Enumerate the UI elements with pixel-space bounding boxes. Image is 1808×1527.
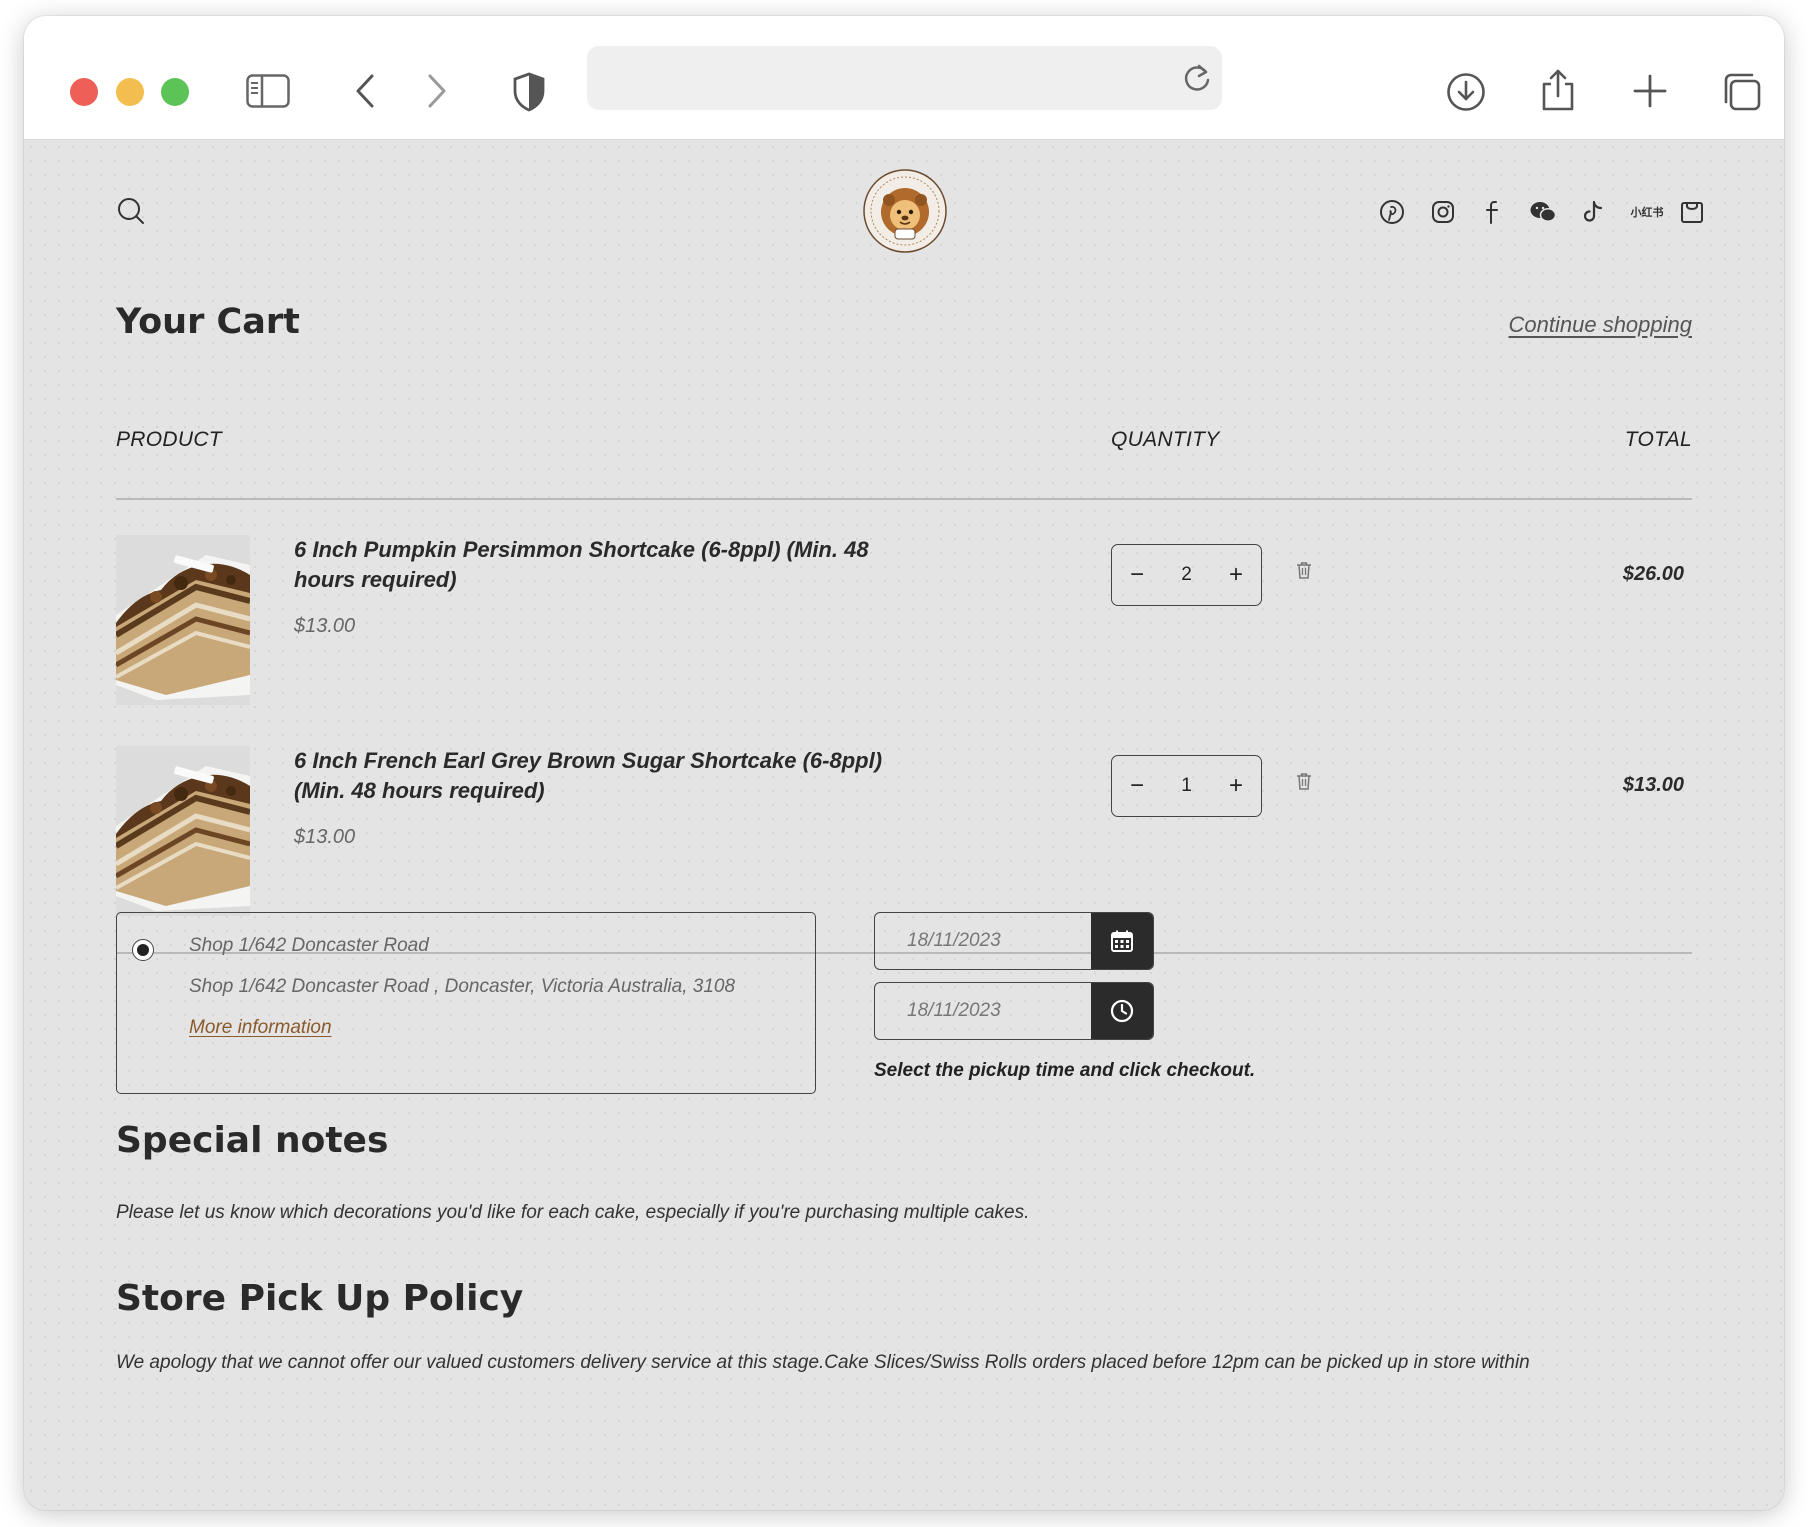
product-name[interactable]: 6 Inch French Earl Grey Brown Sugar Shor…	[294, 746, 914, 806]
minimize-window-button[interactable]	[116, 78, 144, 106]
browser-window: 小红书 Your Cart Continue shopping PRODUCT …	[24, 16, 1784, 1510]
address-bar[interactable]	[587, 46, 1222, 110]
pickup-policy-text: We apology that we cannot offer our valu…	[116, 1352, 1530, 1373]
pickup-location-card[interactable]: Shop 1/642 Doncaster Road Shop 1/642 Don…	[116, 912, 816, 1094]
quantity-stepper: − 2 +	[1111, 544, 1262, 606]
pickup-time-input[interactable]	[875, 983, 1093, 1039]
zoom-window-button[interactable]	[161, 78, 189, 106]
browser-toolbar	[24, 16, 1784, 140]
product-name[interactable]: 6 Inch Pumpkin Persimmon Shortcake (6-8p…	[294, 535, 914, 595]
pickup-location-radio[interactable]	[132, 939, 154, 961]
tiktok-icon[interactable]	[1577, 196, 1609, 228]
cart-icon[interactable]	[1676, 196, 1708, 228]
wechat-icon[interactable]	[1527, 196, 1559, 228]
cart-item: 6 Inch French Earl Grey Brown Sugar Shor…	[116, 746, 1692, 916]
xiaohongshu-icon[interactable]: 小红书	[1627, 196, 1667, 228]
share-icon[interactable]	[1540, 68, 1576, 112]
product-image[interactable]	[116, 746, 250, 916]
pickup-hint: Select the pickup time and click checkou…	[874, 1060, 1256, 1081]
decrease-quantity-button[interactable]: −	[1122, 560, 1152, 590]
header-divider	[116, 498, 1692, 500]
continue-shopping-link[interactable]: Continue shopping	[1509, 312, 1692, 338]
clock-icon[interactable]	[1091, 983, 1153, 1039]
pickup-date-input[interactable]	[875, 913, 1093, 969]
quantity-value[interactable]: 2	[1181, 564, 1192, 586]
unit-price: $13.00	[294, 615, 356, 637]
product-image[interactable]	[116, 535, 250, 705]
close-window-button[interactable]	[70, 78, 98, 106]
back-icon[interactable]	[354, 73, 376, 109]
cart-item: 6 Inch Pumpkin Persimmon Shortcake (6-8p…	[116, 535, 1692, 705]
download-icon[interactable]	[1446, 72, 1486, 112]
special-notes-text: Please let us know which decorations you…	[116, 1202, 1030, 1223]
pickup-time-picker	[874, 982, 1154, 1040]
new-tab-icon[interactable]	[1633, 74, 1667, 108]
pickup-policy-title: Store Pick Up Policy	[116, 1278, 524, 1319]
special-notes-title: Special notes	[116, 1120, 389, 1161]
trash-icon[interactable]	[1296, 561, 1312, 584]
pickup-date-picker	[874, 912, 1154, 970]
total-column-header: TOTAL	[1624, 428, 1692, 451]
shield-icon[interactable]	[512, 72, 546, 112]
forward-icon[interactable]	[426, 73, 448, 109]
more-information-link[interactable]: More information	[189, 1017, 332, 1039]
cart-page: 小红书 Your Cart Continue shopping PRODUCT …	[24, 140, 1784, 1510]
store-logo[interactable]	[862, 168, 948, 254]
decrease-quantity-button[interactable]: −	[1122, 771, 1152, 801]
increase-quantity-button[interactable]: +	[1221, 771, 1251, 801]
facebook-icon[interactable]	[1477, 196, 1509, 228]
line-total: $26.00	[1622, 563, 1684, 585]
store-address: Shop 1/642 Doncaster Road , Doncaster, V…	[189, 976, 736, 997]
quantity-stepper: − 1 +	[1111, 755, 1262, 817]
unit-price: $13.00	[294, 826, 356, 848]
pinterest-icon[interactable]	[1376, 196, 1408, 228]
store-name: Shop 1/642 Doncaster Road	[189, 935, 429, 956]
quantity-column-header: QUANTITY	[1111, 428, 1220, 451]
instagram-icon[interactable]	[1427, 196, 1459, 228]
line-total: $13.00	[1622, 774, 1684, 796]
sidebar-icon[interactable]	[246, 74, 290, 108]
increase-quantity-button[interactable]: +	[1221, 560, 1251, 590]
reload-icon[interactable]	[1182, 62, 1212, 99]
calendar-icon[interactable]	[1091, 913, 1153, 969]
search-icon[interactable]	[116, 196, 146, 231]
trash-icon[interactable]	[1296, 772, 1312, 795]
page-title: Your Cart	[116, 302, 300, 342]
tabs-overview-icon[interactable]	[1722, 72, 1762, 112]
quantity-value[interactable]: 1	[1181, 775, 1192, 797]
product-column-header: PRODUCT	[116, 428, 222, 451]
